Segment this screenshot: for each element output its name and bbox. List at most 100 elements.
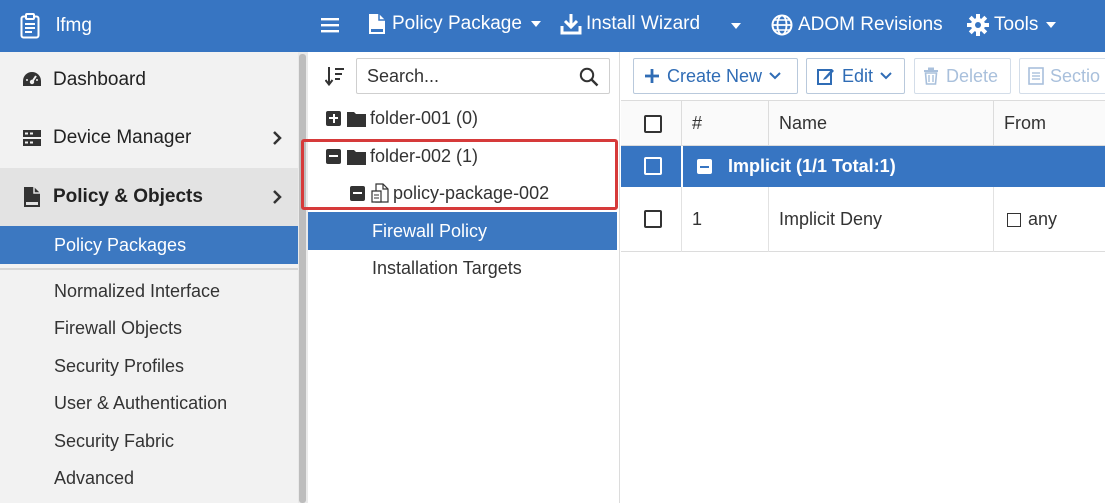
edit-icon xyxy=(817,69,834,85)
group-label: Implicit (1/1 Total:1) xyxy=(728,156,896,176)
tools-label: Tools xyxy=(994,14,1039,35)
sidebar-item-dashboard[interactable]: Dashboard xyxy=(0,54,298,106)
sidebar-subitem-firewall-objects[interactable]: Firewall Objects xyxy=(0,309,298,347)
edit-button[interactable]: Edit xyxy=(806,58,905,94)
column-separator xyxy=(768,101,769,147)
section-icon xyxy=(1028,67,1044,85)
chevron-down-icon xyxy=(731,23,741,29)
sidebar-subitem-security-fabric[interactable]: Security Fabric xyxy=(0,422,298,460)
app-header[interactable]: lfmg xyxy=(0,0,310,52)
sidebar-subitem-label: Advanced xyxy=(54,467,135,488)
create-new-label: Create New xyxy=(667,65,763,86)
tree-node-label: Installation Targets xyxy=(372,257,522,278)
row-checkbox[interactable] xyxy=(644,210,662,228)
install-wizard-label: Install Wizard xyxy=(586,13,701,34)
dashboard-icon xyxy=(23,72,41,86)
cell-number: 1 xyxy=(692,209,703,229)
hamburger-menu-button[interactable] xyxy=(321,17,339,33)
sidebar-divider xyxy=(0,268,298,270)
sidebar-subitem-policy-packages[interactable]: Policy Packages xyxy=(0,226,298,264)
policy-toolbar: Create New Edit Delete Sectio xyxy=(621,52,1105,100)
select-all-checkbox[interactable] xyxy=(644,115,662,133)
sidebar-subitem-label: Security Profiles xyxy=(54,355,185,376)
install-wizard-dropdown[interactable] xyxy=(731,23,741,29)
column-header-name[interactable]: Name xyxy=(779,113,827,134)
sidebar-subitem-user-authentication[interactable]: User & Authentication xyxy=(0,384,298,422)
expand-icon[interactable] xyxy=(326,110,341,126)
sidebar-item-label: Device Manager xyxy=(53,127,192,148)
policy-grid: # Name From Implicit (1/1 Total:1) 1 Imp… xyxy=(621,100,1105,503)
delete-button[interactable]: Delete xyxy=(914,58,1011,94)
tree-node-installation-targets[interactable]: Installation Targets xyxy=(308,249,617,287)
cell-from[interactable]: any xyxy=(1007,209,1057,230)
chevron-down-icon xyxy=(769,72,781,80)
column-header-number[interactable]: # xyxy=(692,113,702,134)
column-separator xyxy=(768,187,769,252)
sidebar-subitem-label: Security Fabric xyxy=(54,430,175,451)
tree-node-firewall-policy[interactable]: Firewall Policy xyxy=(308,212,617,250)
sidebar-scrollbar[interactable] xyxy=(298,52,308,503)
column-separator xyxy=(993,187,994,252)
sidebar-item-device-manager[interactable]: Device Manager xyxy=(0,112,298,164)
search-icon[interactable] xyxy=(579,67,599,87)
sort-icon[interactable] xyxy=(325,66,345,86)
group-checkbox[interactable] xyxy=(644,157,662,175)
section-label: Sectio xyxy=(1050,65,1101,86)
install-wizard-button[interactable]: Install Wizard xyxy=(560,13,700,35)
edit-label: Edit xyxy=(842,65,874,86)
column-separator xyxy=(681,187,682,252)
tools-menu[interactable]: Tools xyxy=(967,14,1057,36)
sidebar-subitem-security-profiles[interactable]: Security Profiles xyxy=(0,347,298,385)
column-separator xyxy=(993,101,994,147)
sidebar-subitem-label: Policy Packages xyxy=(54,234,187,255)
plus-icon xyxy=(645,69,659,83)
column-separator xyxy=(681,101,682,147)
cell-from-value: any xyxy=(1028,209,1058,229)
section-button[interactable]: Sectio xyxy=(1019,58,1105,94)
sidebar-item-label: Dashboard xyxy=(53,69,146,90)
delete-label: Delete xyxy=(946,65,999,86)
globe-icon xyxy=(771,14,793,36)
chevron-right-icon xyxy=(273,190,282,204)
tree-search-box[interactable] xyxy=(356,58,610,94)
policy-objects-icon xyxy=(24,187,40,207)
table-row[interactable]: 1 Implicit Deny any xyxy=(621,187,1105,252)
clipboard-icon xyxy=(20,13,40,39)
collapse-icon[interactable] xyxy=(697,159,712,174)
top-bar: lfmg Policy Package Install Wizard ADOM … xyxy=(0,0,1105,52)
sidebar-subitem-advanced[interactable]: Advanced xyxy=(0,459,298,497)
highlight-annotation-box xyxy=(301,139,618,210)
adom-revisions-button[interactable]: ADOM Revisions xyxy=(771,14,943,36)
folder-icon xyxy=(347,111,366,127)
trash-icon xyxy=(924,67,938,85)
chevron-right-icon xyxy=(273,131,282,145)
column-separator xyxy=(681,146,683,187)
gear-icon xyxy=(967,14,989,36)
sidebar-subitem-label: Firewall Objects xyxy=(54,317,183,338)
sidebar-item-label: Policy & Objects xyxy=(53,186,203,207)
chevron-down-icon xyxy=(1046,22,1057,28)
install-icon xyxy=(560,14,582,35)
hamburger-icon xyxy=(321,18,339,33)
column-header-from[interactable]: From xyxy=(1004,113,1046,134)
app-name: lfmg xyxy=(56,15,92,36)
create-new-button[interactable]: Create New xyxy=(633,58,798,94)
cell-name: Implicit Deny xyxy=(779,209,883,229)
tree-node-label: Firewall Policy xyxy=(372,220,488,241)
policy-package-menu[interactable]: Policy Package xyxy=(367,13,541,35)
grid-header: # Name From xyxy=(621,100,1105,147)
scrollbar-thumb[interactable] xyxy=(299,54,306,503)
policy-package-icon xyxy=(369,14,385,34)
chevron-down-icon xyxy=(530,21,541,27)
group-row-implicit[interactable]: Implicit (1/1 Total:1) xyxy=(621,146,1105,187)
sidebar-subitem-label: Normalized Interface xyxy=(54,280,221,301)
adom-revisions-label: ADOM Revisions xyxy=(798,14,943,35)
sidebar: Dashboard Device Manager Policy & Object… xyxy=(0,52,298,503)
sidebar-subitem-label: User & Authentication xyxy=(54,392,228,413)
tree-node-folder-001[interactable]: folder-001 (0) xyxy=(326,106,478,130)
sidebar-item-policy-objects[interactable]: Policy & Objects xyxy=(0,168,298,226)
tree-search-input[interactable] xyxy=(357,60,567,92)
device-manager-icon xyxy=(23,130,41,146)
tree-node-label: folder-001 (0) xyxy=(370,107,479,128)
sidebar-subitem-normalized-interface[interactable]: Normalized Interface xyxy=(0,272,298,310)
